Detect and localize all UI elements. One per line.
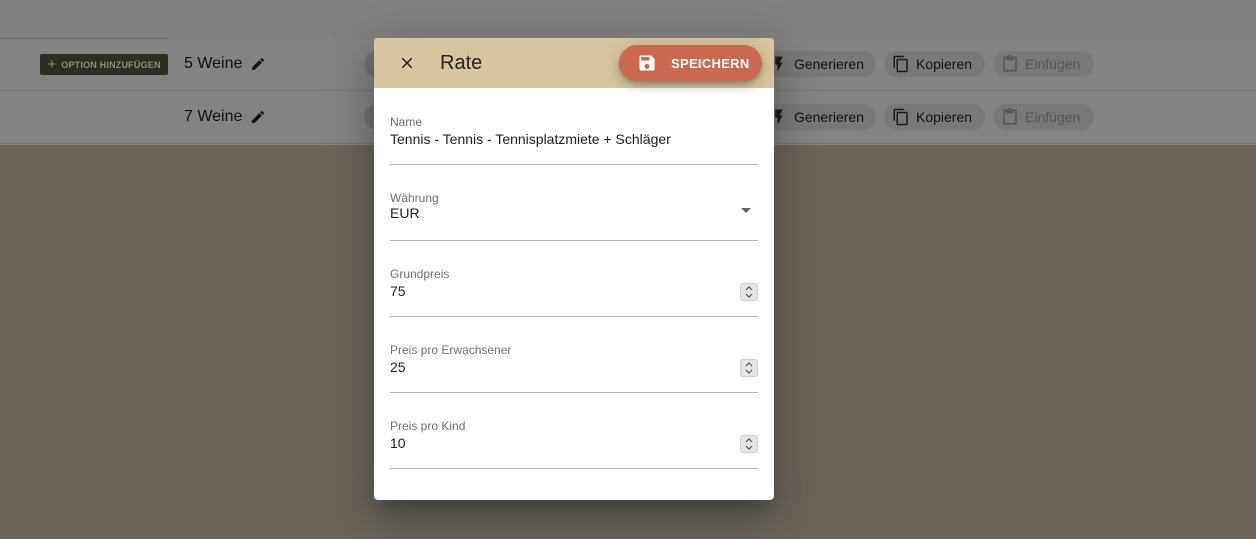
floppy-disk-icon — [639, 55, 655, 71]
adult-price-label: Preis pro Erwachsener — [390, 343, 512, 357]
child-price-input[interactable] — [390, 433, 730, 453]
close-icon — [401, 57, 413, 69]
adult-price-field: Preis pro Erwachsener — [390, 343, 758, 393]
save-button[interactable]: SPEICHERN — [619, 45, 762, 81]
child-price-spinner[interactable] — [740, 435, 758, 453]
dialog-toolbar: Rate SPEICHERN — [374, 38, 774, 88]
up-down-spinner-icon — [745, 286, 753, 298]
base-price-field: Grundpreis — [390, 267, 758, 317]
child-price-label: Preis pro Kind — [390, 419, 466, 433]
currency-select[interactable]: EUR — [390, 205, 730, 225]
save-label: SPEICHERN — [671, 55, 750, 71]
name-label: Name — [390, 115, 423, 129]
name-field: Name — [390, 115, 758, 165]
currency-field[interactable]: Währung EUR — [390, 191, 758, 241]
rate-dialog: Rate SPEICHERN Name Währung EUR Grundpre… — [374, 38, 774, 500]
name-input[interactable] — [390, 129, 730, 149]
caret-down-icon[interactable] — [741, 208, 751, 213]
child-price-field: Preis pro Kind — [390, 419, 758, 469]
up-down-spinner-icon — [745, 438, 753, 450]
adult-price-input[interactable] — [390, 357, 730, 377]
currency-label: Währung — [390, 191, 439, 205]
base-price-input[interactable] — [390, 281, 730, 301]
base-price-label: Grundpreis — [390, 267, 450, 281]
adult-price-spinner[interactable] — [740, 359, 758, 377]
dialog-title: Rate — [440, 52, 483, 74]
close-button[interactable] — [394, 51, 420, 75]
up-down-spinner-icon — [745, 362, 753, 374]
base-price-spinner[interactable] — [740, 283, 758, 301]
